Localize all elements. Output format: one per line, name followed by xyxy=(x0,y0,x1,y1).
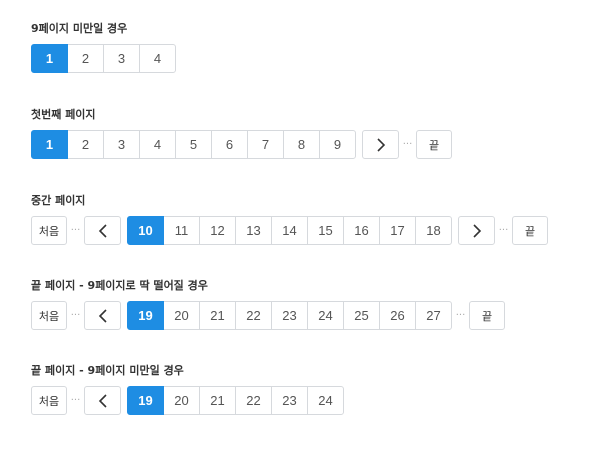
page-button[interactable]: 6 xyxy=(211,130,248,159)
page-button-active[interactable]: 19 xyxy=(127,301,164,330)
page-button[interactable]: 17 xyxy=(379,216,416,245)
section-title: 중간 페이지 xyxy=(31,194,86,207)
last-page-button[interactable]: 끝 xyxy=(416,130,452,159)
page-button[interactable]: 15 xyxy=(307,216,344,245)
section-title: 9페이지 미만일 경우 xyxy=(31,22,128,35)
section-last-page-under-nine: 끝 페이지 - 9페이지 미만일 경우 처음 ··· 19 20 21 22 2… xyxy=(31,364,344,415)
section-first-page: 첫번째 페이지 1 2 3 4 5 6 7 8 9 ··· 끝 xyxy=(31,108,452,159)
ellipsis: ··· xyxy=(70,225,81,236)
pagination: 1 2 3 4 5 6 7 8 9 ··· 끝 xyxy=(31,130,452,159)
page-button[interactable]: 21 xyxy=(199,301,236,330)
page-number-group: 19 20 21 22 23 24 xyxy=(127,386,344,415)
page-button[interactable]: 23 xyxy=(271,386,308,415)
ellipsis: ··· xyxy=(70,395,81,406)
page-button[interactable]: 25 xyxy=(343,301,380,330)
section-middle-page: 중간 페이지 처음 ··· 10 11 12 13 14 15 16 17 18… xyxy=(31,194,548,245)
ellipsis: ··· xyxy=(455,310,466,321)
page-button[interactable]: 11 xyxy=(163,216,200,245)
first-page-button[interactable]: 처음 xyxy=(31,386,67,415)
next-button[interactable] xyxy=(362,130,399,159)
page-button[interactable]: 22 xyxy=(235,386,272,415)
last-page-button[interactable]: 끝 xyxy=(469,301,505,330)
ellipsis: ··· xyxy=(70,310,81,321)
page-button[interactable]: 21 xyxy=(199,386,236,415)
pagination: 처음 ··· 10 11 12 13 14 15 16 17 18 ··· 끝 xyxy=(31,216,548,245)
ellipsis: ··· xyxy=(498,225,509,236)
last-page-button[interactable]: 끝 xyxy=(512,216,548,245)
page-button[interactable]: 8 xyxy=(283,130,320,159)
page-button[interactable]: 5 xyxy=(175,130,212,159)
chevron-left-icon xyxy=(98,308,107,323)
ellipsis: ··· xyxy=(402,139,413,150)
section-last-page-exact-nine: 끝 페이지 - 9페이지로 딱 떨어질 경우 처음 ··· 19 20 21 2… xyxy=(31,279,505,330)
page-button[interactable]: 4 xyxy=(139,44,176,73)
page-button[interactable]: 22 xyxy=(235,301,272,330)
page-button[interactable]: 3 xyxy=(103,130,140,159)
page-button-active[interactable]: 19 xyxy=(127,386,164,415)
page-button[interactable]: 27 xyxy=(415,301,452,330)
page-button[interactable]: 14 xyxy=(271,216,308,245)
first-page-button[interactable]: 처음 xyxy=(31,301,67,330)
prev-button[interactable] xyxy=(84,386,121,415)
page-button[interactable]: 20 xyxy=(163,386,200,415)
page-button[interactable]: 20 xyxy=(163,301,200,330)
page-button[interactable]: 3 xyxy=(103,44,140,73)
page-button[interactable]: 9 xyxy=(319,130,356,159)
page-button[interactable]: 4 xyxy=(139,130,176,159)
page-button[interactable]: 18 xyxy=(415,216,452,245)
section-title: 첫번째 페이지 xyxy=(31,108,96,121)
page-button[interactable]: 23 xyxy=(271,301,308,330)
page-button[interactable]: 7 xyxy=(247,130,284,159)
first-page-button[interactable]: 처음 xyxy=(31,216,67,245)
chevron-left-icon xyxy=(98,393,107,408)
page-button-active[interactable]: 1 xyxy=(31,130,68,159)
page-button[interactable]: 26 xyxy=(379,301,416,330)
section-under-nine-pages: 9페이지 미만일 경우 1 2 3 4 xyxy=(31,22,176,73)
page-button-active[interactable]: 1 xyxy=(31,44,68,73)
page-button[interactable]: 24 xyxy=(307,301,344,330)
page-button[interactable]: 2 xyxy=(67,130,104,159)
page-button[interactable]: 2 xyxy=(67,44,104,73)
pagination: 처음 ··· 19 20 21 22 23 24 25 26 27 ··· 끝 xyxy=(31,301,505,330)
page-button[interactable]: 24 xyxy=(307,386,344,415)
page-number-group: 1 2 3 4 xyxy=(31,44,176,73)
prev-button[interactable] xyxy=(84,216,121,245)
pagination: 1 2 3 4 xyxy=(31,44,176,73)
page-number-group: 19 20 21 22 23 24 25 26 27 xyxy=(127,301,452,330)
page-button-active[interactable]: 10 xyxy=(127,216,164,245)
next-button[interactable] xyxy=(458,216,495,245)
chevron-right-icon xyxy=(376,137,385,152)
pagination: 처음 ··· 19 20 21 22 23 24 xyxy=(31,386,344,415)
page-number-group: 10 11 12 13 14 15 16 17 18 xyxy=(127,216,452,245)
section-title: 끝 페이지 - 9페이지로 딱 떨어질 경우 xyxy=(31,279,208,292)
section-title: 끝 페이지 - 9페이지 미만일 경우 xyxy=(31,364,184,377)
page-button[interactable]: 16 xyxy=(343,216,380,245)
chevron-left-icon xyxy=(98,223,107,238)
page-button[interactable]: 13 xyxy=(235,216,272,245)
page-button[interactable]: 12 xyxy=(199,216,236,245)
prev-button[interactable] xyxy=(84,301,121,330)
page-number-group: 1 2 3 4 5 6 7 8 9 xyxy=(31,130,356,159)
chevron-right-icon xyxy=(472,223,481,238)
